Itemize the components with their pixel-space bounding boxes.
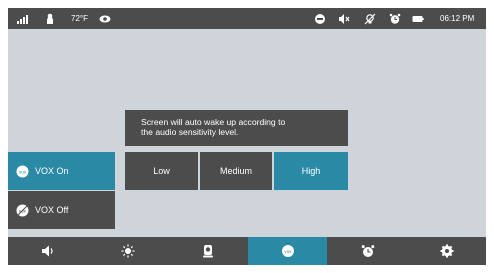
volume-icon xyxy=(41,244,55,258)
camera-icon xyxy=(201,244,215,258)
vox-off-button[interactable]: vox VOX Off xyxy=(8,191,115,229)
vox-icon: vox xyxy=(281,244,295,258)
nav-camera-tab[interactable] xyxy=(168,237,247,265)
vox-status-icon xyxy=(314,8,326,29)
speaker-muted-icon xyxy=(338,8,350,29)
vox-on-label: VOX On xyxy=(35,166,69,176)
nav-volume-tab[interactable] xyxy=(8,237,87,265)
nav-settings-tab[interactable] xyxy=(408,237,486,265)
brightness-icon xyxy=(121,244,135,258)
settings-icon xyxy=(440,244,454,258)
sensitivity-medium-button[interactable]: Medium xyxy=(200,152,272,190)
alarm-icon xyxy=(361,244,375,258)
temperature-text: 72°F xyxy=(71,14,88,23)
vox-off-icon: vox xyxy=(16,204,29,217)
baby-icon xyxy=(44,8,56,29)
svg-text:vox: vox xyxy=(19,169,27,174)
nav-vox-tab[interactable]: vox xyxy=(248,237,327,265)
nav-alarm-tab[interactable] xyxy=(328,237,407,265)
signal-icon xyxy=(16,8,28,29)
bottom-nav: vox xyxy=(8,237,486,265)
vox-off-label: VOX Off xyxy=(35,205,69,215)
vox-on-button[interactable]: vox VOX On xyxy=(8,152,115,190)
light-off-icon xyxy=(364,8,376,29)
info-message: Screen will auto wake up according to th… xyxy=(125,110,348,146)
message-line-2: the audio sensitivity level. xyxy=(141,127,239,137)
eye-icon xyxy=(99,8,111,29)
svg-text:vox: vox xyxy=(284,249,292,254)
message-line-1: Screen will auto wake up according to xyxy=(141,117,286,127)
device-screen: 72°F 06:12 PM Screen will auto wake up a… xyxy=(8,8,486,265)
alarm-clock-icon xyxy=(389,8,401,29)
vox-on-icon: vox xyxy=(16,165,29,178)
nav-brightness-tab[interactable] xyxy=(88,237,167,265)
status-bar: 72°F 06:12 PM xyxy=(8,8,486,29)
sensitivity-low-button[interactable]: Low xyxy=(125,152,198,190)
sensitivity-high-button[interactable]: High xyxy=(274,152,348,190)
battery-icon xyxy=(412,8,424,29)
clock-text: 06:12 PM xyxy=(440,14,475,23)
